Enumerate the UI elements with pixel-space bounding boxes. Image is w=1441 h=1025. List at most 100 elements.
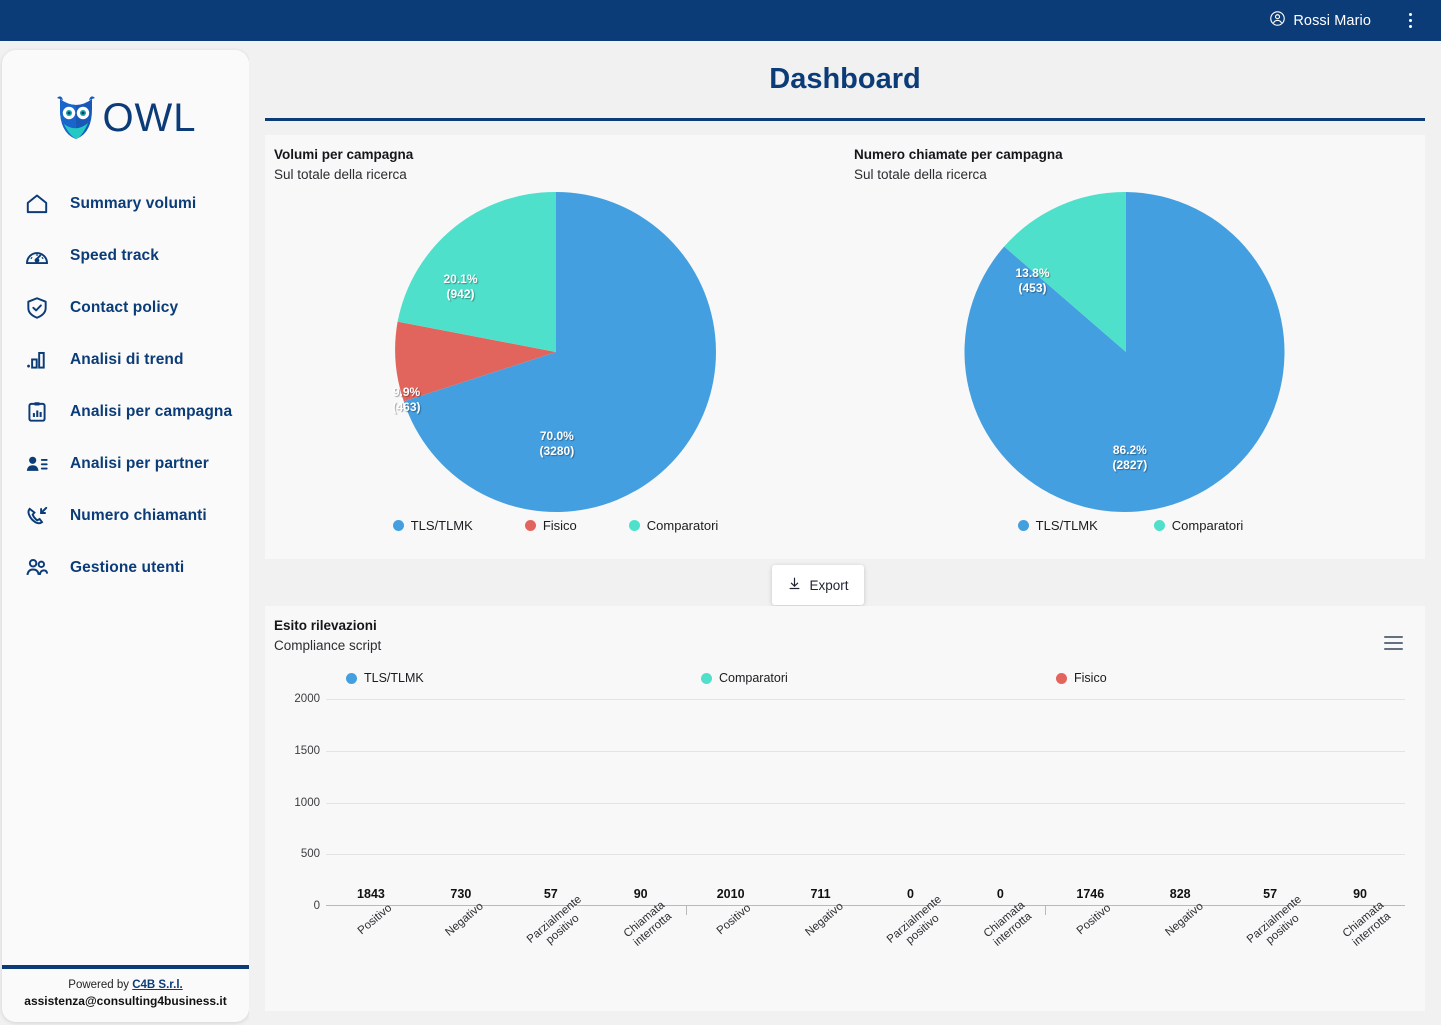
legend-item-comparatori[interactable]: Comparatori xyxy=(628,518,719,533)
user-menu[interactable]: Rossi Mario xyxy=(1269,10,1371,31)
bar-title: Esito rilevazioni xyxy=(274,618,377,633)
legend-swatch-icon xyxy=(628,520,640,531)
legend-label: TLS/TLMK xyxy=(364,671,424,685)
bar-subtitle: Compliance script xyxy=(274,638,382,653)
sidebar-item-label: Speed track xyxy=(70,247,159,264)
user-name: Rossi Mario xyxy=(1293,12,1371,29)
bar-value: 1843 xyxy=(357,887,385,901)
pie-chart-volumi-panel: Volumi per campagna Sul totale della ric… xyxy=(265,135,845,559)
sidebar-item-summary-volumi[interactable]: Summary volumi xyxy=(2,178,249,230)
pie2-subtitle: Sul totale della ricerca xyxy=(854,167,987,182)
bar-value: 1746 xyxy=(1076,887,1105,901)
sidebar-item-analisi-per-campagna[interactable]: Analisi per campagna xyxy=(2,386,249,438)
main-content: Dashboard Volumi per campagna Sul totale… xyxy=(249,41,1441,1025)
x-group-tls: Positivo Negativo Parzialmente positivo … xyxy=(326,893,686,961)
owl-logo-icon xyxy=(57,96,96,139)
y-tick: 1000 xyxy=(294,796,320,809)
sidebar-item-contact-policy[interactable]: Contact policy xyxy=(2,282,249,334)
pie1-svg[interactable] xyxy=(390,186,722,518)
x-tick: Negativo xyxy=(803,900,846,939)
export-button[interactable]: Export xyxy=(772,565,864,605)
pie1-title: Volumi per campagna xyxy=(274,147,414,162)
legend-item-tls[interactable]: TLS/TLMK xyxy=(346,671,701,685)
users-icon xyxy=(22,553,52,583)
plot-area: 1843 730 57 90 2010 711 0 0 1746 828 57 … xyxy=(326,699,1405,915)
bar-value: 711 xyxy=(810,887,831,901)
legend-item-comparatori[interactable]: Comparatori xyxy=(701,671,1056,685)
y-axis: 2000 1500 1000 500 0 xyxy=(274,693,320,912)
x-tick: Chiamata interrotta xyxy=(1341,899,1394,949)
pie1-plot: 70.0% (3280) 9.9% (463) 20.1% (942) xyxy=(274,182,837,514)
x-tick: Chiamata interrotta xyxy=(981,899,1034,949)
bar-groups: 1843 730 57 90 2010 711 0 0 1746 828 57 … xyxy=(326,699,1405,915)
bar-value: 90 xyxy=(633,887,648,901)
x-group-comparatori: Positivo Negativo Parzialmente positivo … xyxy=(686,893,1046,961)
sidebar-item-analisi-di-trend[interactable]: Analisi di trend xyxy=(2,334,249,386)
y-tick: 500 xyxy=(300,848,320,861)
bar-value: 828 xyxy=(1169,887,1191,901)
pie2-legend: TLS/TLMK Comparatori xyxy=(844,518,1417,533)
pie1-legend: TLS/TLMK Fisico Comparatori xyxy=(274,518,837,533)
bar-chart-card: Esito rilevazioni Compliance script TLS/… xyxy=(265,606,1425,1011)
legend-swatch-icon xyxy=(1056,672,1067,684)
user-list-icon xyxy=(22,449,52,479)
home-icon xyxy=(22,189,52,219)
legend-label: Fisico xyxy=(542,518,577,533)
legend-label: Fisico xyxy=(1074,671,1107,685)
legend-item-tls[interactable]: TLS/TLMK xyxy=(392,518,473,533)
x-tick: Chiamata interrotta xyxy=(621,899,675,949)
phone-incoming-icon xyxy=(22,501,52,531)
account-circle-icon xyxy=(1269,10,1286,31)
company-link[interactable]: C4B S.r.l. xyxy=(132,979,183,991)
pie-chart-chiamate-panel: Numero chiamate per campagna Sul totale … xyxy=(845,135,1425,559)
sidebar-item-label: Gestione utenti xyxy=(70,559,185,576)
export-label: Export xyxy=(809,577,849,593)
page-title: Dashboard xyxy=(769,63,921,95)
pie2-svg[interactable] xyxy=(960,186,1292,518)
bar-value: 90 xyxy=(1353,887,1367,901)
speedometer-icon xyxy=(22,241,52,271)
pie-charts-card: Volumi per campagna Sul totale della ric… xyxy=(265,135,1425,559)
legend-item-tls[interactable]: TLS/TLMK xyxy=(1017,518,1098,533)
y-tick: 2000 xyxy=(294,693,320,705)
bar-group-comparatori: 2010 711 0 0 xyxy=(685,699,1046,915)
y-tick: 0 xyxy=(313,900,320,912)
kebab-menu-icon[interactable] xyxy=(1401,10,1419,32)
y-tick: 1500 xyxy=(294,744,320,757)
sidebar-item-label: Analisi di trend xyxy=(70,351,184,368)
x-tick: Positivo xyxy=(355,902,395,938)
legend-item-comparatori[interactable]: Comparatori xyxy=(1153,518,1244,533)
bar-legend: TLS/TLMK Comparatori Fisico xyxy=(274,671,1415,685)
legend-swatch-icon xyxy=(1153,520,1165,531)
sidebar-item-label: Summary volumi xyxy=(70,195,197,212)
pie1-subtitle: Sul totale della ricerca xyxy=(274,167,407,182)
app-logo: OWL xyxy=(2,50,249,158)
bar-plot: 2000 1500 1000 500 0 1843 730 57 90 2010… xyxy=(274,693,1415,957)
x-tick: Negativo xyxy=(1162,900,1206,939)
hamburger-menu-icon[interactable] xyxy=(1384,636,1403,650)
powered-by-label: Powered by xyxy=(68,979,133,991)
download-icon xyxy=(787,576,802,594)
sidebar: OWL Summary volumi Speed track Contact p… xyxy=(2,50,249,1022)
legend-swatch-icon xyxy=(392,520,404,531)
sidebar-item-analisi-per-partner[interactable]: Analisi per partner xyxy=(2,438,249,490)
bar-value: 2010 xyxy=(716,887,745,901)
clipboard-chart-icon xyxy=(22,397,52,427)
legend-label: TLS/TLMK xyxy=(1035,518,1098,533)
support-email: assistenza@consulting4business.it xyxy=(24,994,227,1008)
bar-group-tls: 1843 730 57 90 xyxy=(326,699,686,906)
sidebar-item-speed-track[interactable]: Speed track xyxy=(2,230,249,282)
sidebar-item-gestione-utenti[interactable]: Gestione utenti xyxy=(2,542,249,594)
legend-label: Comparatori xyxy=(1171,518,1244,533)
legend-item-fisico[interactable]: Fisico xyxy=(1056,671,1411,685)
legend-swatch-icon xyxy=(346,672,357,684)
sidebar-item-numero-chiamanti[interactable]: Numero chiamanti xyxy=(2,490,249,542)
legend-item-fisico[interactable]: Fisico xyxy=(524,518,577,533)
shield-check-icon xyxy=(22,293,52,323)
pie2-plot: 86.2% (2827) 13.8% (453) xyxy=(854,182,1417,514)
pie2-title: Numero chiamate per campagna xyxy=(854,147,1063,162)
legend-label: Comparatori xyxy=(646,518,719,533)
sidebar-nav: Summary volumi Speed track Contact polic… xyxy=(2,178,249,594)
legend-swatch-icon xyxy=(701,672,712,684)
x-tick: Negativo xyxy=(443,900,486,939)
